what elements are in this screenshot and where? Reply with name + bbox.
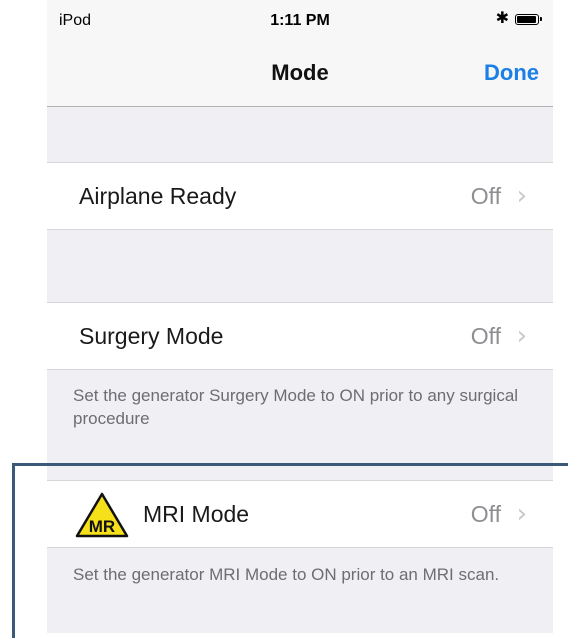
bluetooth-icon: ✱	[495, 10, 509, 27]
battery-icon	[515, 13, 542, 25]
airplane-ready-row[interactable]: Airplane Ready Off ›	[47, 162, 553, 230]
mri-mode-row[interactable]: MR MRI Mode Off ›	[47, 480, 553, 548]
surgery-mode-label: Surgery Mode	[79, 323, 224, 349]
status-indicators: ✱	[495, 10, 542, 27]
airplane-ready-label: Airplane Ready	[79, 183, 237, 209]
mri-mode-label: MRI Mode	[143, 501, 250, 527]
mri-mode-value: Off	[470, 501, 501, 527]
chevron-right-icon: ›	[516, 321, 527, 351]
surgery-mode-row[interactable]: Surgery Mode Off ›	[47, 302, 553, 370]
mr-badge-text: MR	[89, 517, 115, 536]
surgery-mode-footer: Set the generator Surgery Mode to ON pri…	[73, 386, 519, 428]
done-button[interactable]: Done	[484, 60, 539, 86]
page-title: Mode	[271, 60, 329, 85]
navigation-bar: Mode Done	[47, 38, 553, 107]
mr-conditional-icon: MR	[75, 492, 129, 538]
mri-mode-footer: Set the generator MRI Mode to ON prior t…	[73, 565, 500, 584]
status-time: 1:11 PM	[270, 12, 330, 29]
airplane-ready-value: Off	[470, 183, 501, 209]
chevron-right-icon: ›	[516, 181, 527, 211]
surgery-mode-value: Off	[470, 323, 501, 349]
chevron-right-icon: ›	[516, 499, 527, 529]
status-bar: iPod 1:11 PM ✱	[47, 0, 553, 38]
settings-screen: iPod 1:11 PM ✱ Mode Done Airplane Ready …	[47, 0, 553, 633]
